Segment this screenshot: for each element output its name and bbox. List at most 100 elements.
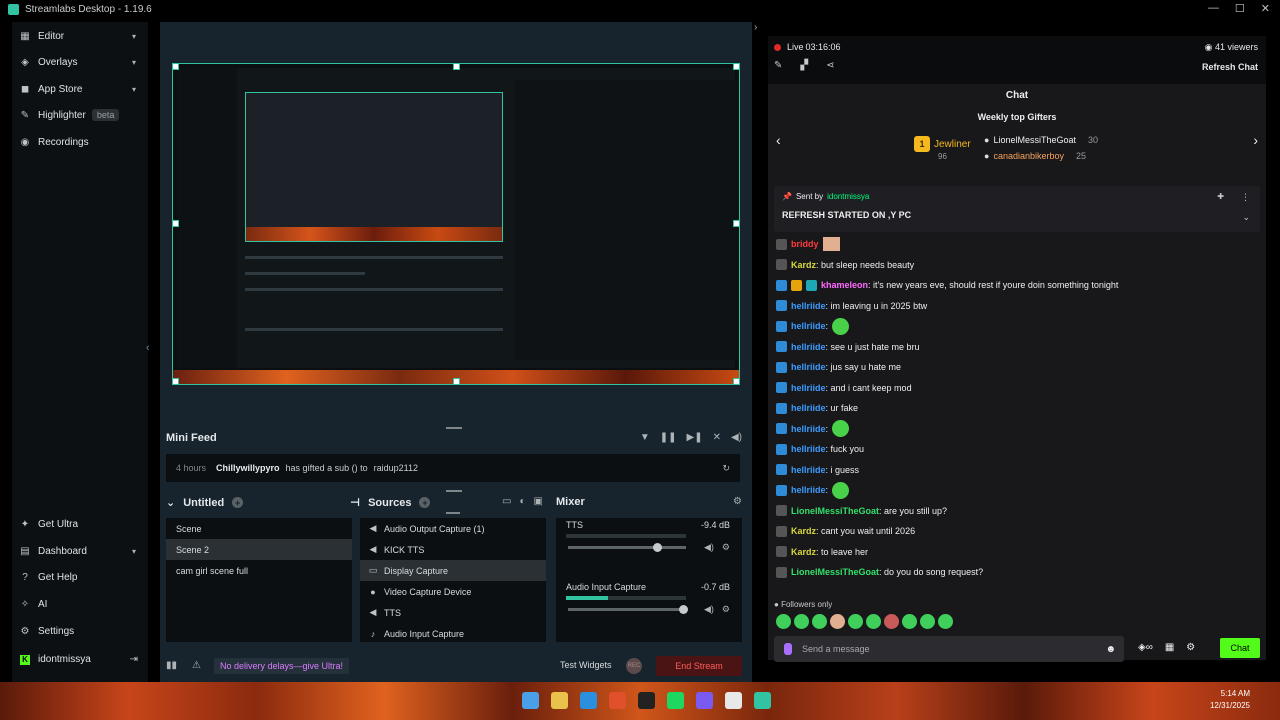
store-icon[interactable]: ▦ — [1165, 642, 1174, 653]
emote-icon[interactable] — [938, 614, 953, 629]
share-icon[interactable]: ⋖ — [826, 60, 834, 71]
folder-icon[interactable]: ⊣ — [350, 496, 360, 509]
discord-icon[interactable] — [696, 692, 713, 709]
chevron-right-icon[interactable]: › — [1253, 132, 1258, 148]
collapse-chat-icon[interactable]: › — [754, 22, 757, 33]
skip-icon[interactable]: ▶❚ — [687, 432, 703, 443]
mixer-settings-icon[interactable]: ⚙ — [733, 496, 742, 507]
emote-icon[interactable] — [794, 614, 809, 629]
resize-handle[interactable] — [173, 220, 179, 227]
close-icon[interactable]: ✕ — [1261, 2, 1270, 15]
resize-handle[interactable] — [453, 64, 460, 70]
emote-icon[interactable] — [848, 614, 863, 629]
volume-knob[interactable] — [652, 543, 662, 552]
gear-icon[interactable]: ⚙ — [722, 542, 730, 553]
source-item[interactable]: ◀ Audio Output Capture (1) — [360, 518, 546, 539]
sidebar-item-ai[interactable]: ✧ AI — [20, 593, 142, 615]
chevron-left-icon[interactable]: ‹ — [776, 132, 781, 148]
start-icon[interactable] — [522, 692, 539, 709]
source-item[interactable]: ◀ TTS — [360, 602, 546, 623]
scene-item[interactable]: Scene 2 — [166, 539, 352, 560]
emote-icon[interactable] — [830, 614, 845, 629]
sidebar-item-highlighter[interactable]: ✎ Highlighter beta — [20, 104, 142, 126]
end-stream-button[interactable]: End Stream — [656, 656, 742, 676]
performance-icon[interactable]: ▮▮ — [166, 660, 177, 671]
mute-alerts-icon[interactable]: ✕ — [713, 432, 721, 443]
points-icon[interactable]: ◈∞ — [1138, 642, 1153, 653]
chat-username[interactable]: Kardz — [791, 547, 816, 557]
streamlabs-icon[interactable] — [754, 692, 771, 709]
resize-handle[interactable] — [733, 378, 739, 384]
eye-icon[interactable]: ◐ — [519, 496, 525, 507]
sidebar-item-get-help[interactable]: ? Get Help — [20, 566, 142, 588]
volume-icon[interactable]: ◀) — [731, 432, 742, 443]
terminal-icon[interactable] — [638, 692, 655, 709]
resize-handle[interactable] — [453, 378, 460, 384]
emote-icon[interactable] — [866, 614, 881, 629]
resize-handle[interactable] — [733, 220, 739, 227]
chat-username[interactable]: hellriide — [791, 485, 826, 495]
emote-icon[interactable] — [776, 614, 791, 629]
send-chat-button[interactable]: Chat — [1220, 638, 1260, 658]
chat-username[interactable]: hellriide — [791, 342, 826, 352]
logout-icon[interactable]: ⇥ — [130, 654, 138, 665]
source-item[interactable]: ▭ Display Capture — [360, 560, 546, 581]
chat-username[interactable]: Kardz — [791, 260, 816, 270]
chat-username[interactable]: Kardz — [791, 526, 816, 536]
source-item[interactable]: ♪ Audio Input Capture — [360, 623, 546, 644]
emoji-icon[interactable]: ☻ — [1105, 644, 1116, 655]
add-source-icon[interactable]: + — [419, 497, 431, 508]
scene-collection-title[interactable]: Untitled — [183, 497, 224, 509]
pause-icon[interactable]: ❚❚ — [660, 432, 677, 443]
source-item[interactable]: ◀ KICK TTS — [360, 539, 546, 560]
edge-icon[interactable] — [580, 692, 597, 709]
folder-icon[interactable]: ▣ — [534, 496, 543, 507]
chat-username[interactable]: LionelMessiTheGoat — [791, 567, 879, 577]
gear-icon[interactable]: ⚙ — [1186, 642, 1195, 653]
emote-icon[interactable] — [920, 614, 935, 629]
resize-handle[interactable] — [173, 378, 179, 384]
warning-icon[interactable]: ⚠ — [192, 660, 201, 671]
clip-icon[interactable]: ▞ — [800, 60, 808, 71]
brave-icon[interactable] — [609, 692, 626, 709]
minimize-icon[interactable]: — — [1208, 2, 1219, 15]
repeat-alert-icon[interactable]: ↻ — [722, 463, 730, 474]
volume-knob[interactable] — [678, 605, 688, 614]
emote-icon[interactable] — [812, 614, 827, 629]
chevron-down-icon[interactable]: ⌄ — [1242, 212, 1250, 223]
gear-icon[interactable]: ⚙ — [722, 604, 730, 615]
sidebar-item-settings[interactable]: ⚙ Settings — [20, 620, 142, 642]
collapse-sidebar-icon[interactable]: ‹ — [146, 342, 150, 354]
chat-username[interactable]: hellriide — [791, 321, 826, 331]
spotify-icon[interactable] — [667, 692, 684, 709]
scene-item[interactable]: cam girl scene full — [166, 560, 352, 581]
chat-username[interactable]: hellriide — [791, 424, 826, 434]
sidebar-item-dashboard[interactable]: ▤ Dashboard ▾ — [20, 540, 142, 562]
volume-slider[interactable] — [568, 543, 686, 552]
volume-slider[interactable] — [568, 605, 688, 614]
sidebar-item-overlays[interactable]: ◈ Overlays ▾ — [20, 51, 142, 73]
chat-username[interactable]: hellriide — [791, 362, 826, 372]
file-explorer-icon[interactable] — [551, 692, 568, 709]
edit-icon[interactable]: ✎ — [774, 60, 782, 71]
ultra-banner[interactable]: No delivery delays—give Ultra! — [214, 658, 350, 674]
resize-handle[interactable] — [733, 64, 739, 70]
copy-icon[interactable]: ▭ — [502, 496, 511, 507]
mute-icon[interactable]: ◀) — [704, 604, 714, 615]
unpin-icon[interactable]: ✚ — [1217, 192, 1224, 201]
emote-icon[interactable] — [902, 614, 917, 629]
chevron-down-icon[interactable]: ⌄ — [166, 496, 175, 509]
sidebar-item-editor[interactable]: ▦ Editor ▾ — [20, 25, 142, 47]
sidebar-item-get-ultra[interactable]: ✦ Get Ultra — [20, 513, 142, 535]
add-scene-icon[interactable]: + — [232, 497, 244, 508]
mute-icon[interactable]: ◀) — [704, 542, 714, 553]
maximize-icon[interactable]: ☐ — [1235, 2, 1245, 15]
chat-username[interactable]: hellriide — [791, 444, 826, 454]
sidebar-item-app-store[interactable]: ◼ App Store ▾ — [20, 78, 142, 100]
filter-icon[interactable]: ▼ — [640, 432, 650, 443]
resize-grip[interactable] — [446, 512, 460, 514]
source-item[interactable]: ● Video Capture Device — [360, 581, 546, 602]
refresh-chat-button[interactable]: Refresh Chat — [1202, 62, 1258, 72]
emote-icon[interactable] — [884, 614, 899, 629]
system-clock[interactable]: 5:14 AM 12/31/2025 — [1210, 688, 1250, 712]
